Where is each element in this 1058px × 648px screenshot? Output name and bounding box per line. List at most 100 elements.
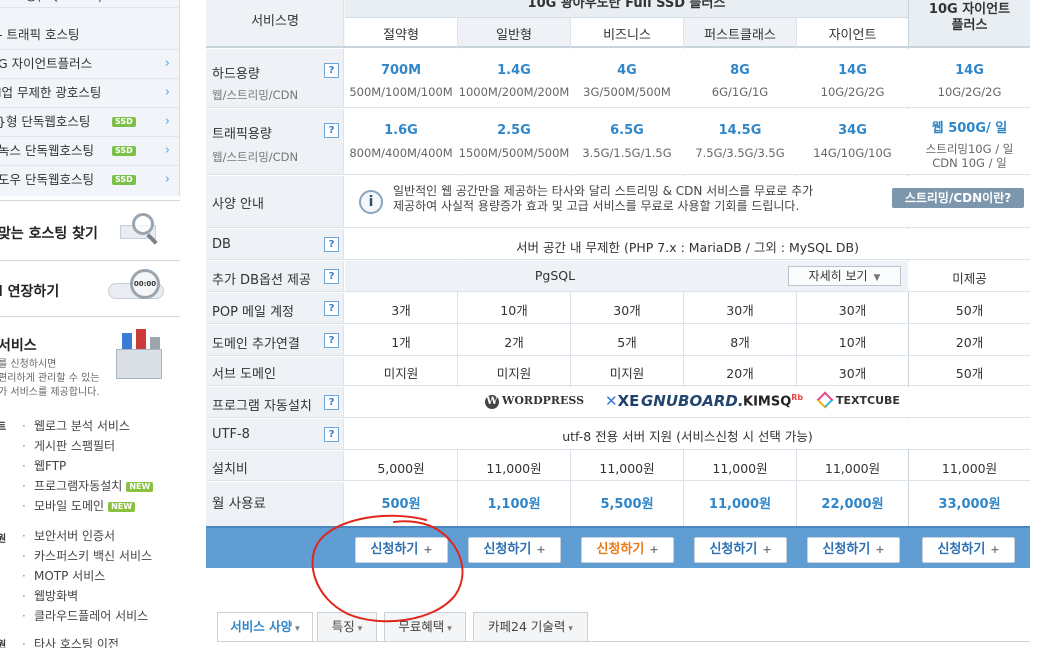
link-auto-install[interactable]: 프로그램자동설치NEW bbox=[22, 478, 154, 494]
apply-label: 신청하기 bbox=[822, 542, 871, 557]
row-label: 월 사용료 bbox=[212, 496, 266, 512]
sidebar-item-sql2016[interactable]: ·호스팅(SQL2016) bbox=[0, 0, 180, 8]
extra-db-giant: 미제공 bbox=[952, 271, 987, 286]
row-label: 설치비 bbox=[212, 462, 248, 477]
apply-button-giant-plus[interactable]: 신청하기 + bbox=[922, 537, 1015, 563]
value: 2.5G bbox=[497, 123, 531, 138]
help-icon[interactable]: ? bbox=[324, 301, 339, 316]
tab-label: 서비스 사양 bbox=[230, 619, 293, 634]
monthly-price: 1,100원 bbox=[487, 497, 541, 512]
label-cell: DB ? bbox=[206, 229, 344, 259]
sidebar-item-label: 도우 단독웹호스팅 bbox=[0, 172, 94, 187]
sidebar-item-dedicated-linux[interactable]: 녹스 단독웹호스팅 SSD › bbox=[0, 137, 180, 166]
plus-icon: + bbox=[875, 543, 885, 556]
link-mobile-domain[interactable]: 모바일 도메인NEW bbox=[22, 498, 136, 514]
spec-text: 일반적인 웹 공간만을 제공하는 타사와 달리 스트리밍 & CDN 서비스를 … bbox=[393, 184, 813, 214]
chevron-down-icon: ▾ bbox=[568, 624, 573, 634]
tab-service-spec[interactable]: 서비스 사양 ▾ bbox=[217, 612, 313, 642]
link-kaspersky[interactable]: 카스퍼스키 백신 서비스 bbox=[22, 548, 152, 564]
new-badge: NEW bbox=[108, 502, 136, 512]
service-name-header: 서비스명 bbox=[251, 14, 299, 29]
row-label: 프로그램 자동설치 bbox=[212, 399, 312, 414]
help-icon[interactable]: ? bbox=[324, 123, 339, 138]
services-desc-3: 가 서비스를 제공합니다. bbox=[0, 387, 100, 398]
sidebar-item-label: G 자이언트플러스 bbox=[0, 56, 93, 71]
help-icon[interactable]: ? bbox=[324, 333, 339, 348]
label-cell: 도메인 추가연결 ? bbox=[206, 325, 344, 355]
gnuboard-logo: GNUBOARD. bbox=[641, 392, 744, 410]
help-icon[interactable]: ? bbox=[324, 237, 339, 252]
monthly-price: 5,500원 bbox=[600, 497, 654, 512]
apply-button-giant[interactable]: 신청하기 + bbox=[807, 537, 900, 563]
row-sublabel: 웹/스트리밍/CDN bbox=[212, 88, 299, 102]
find-hosting-title: 맞는 호스팅 찾기 bbox=[0, 226, 98, 242]
chevron-down-icon: ▼ bbox=[873, 273, 881, 283]
link-webftp[interactable]: 웹FTP bbox=[22, 458, 66, 474]
sub-value: 3G/500M/500M bbox=[583, 85, 671, 99]
value: 700M bbox=[380, 63, 422, 78]
monthly-price: 22,000원 bbox=[821, 497, 884, 512]
setup-cell: 11,000원 bbox=[486, 461, 542, 476]
link-spam-filter[interactable]: 게시판 스팸필터 bbox=[22, 438, 115, 454]
apply-label: 신청하기 bbox=[709, 542, 758, 557]
link-migration[interactable]: 타사 호스팅 이전 bbox=[22, 636, 119, 648]
row-label: 사양 안내 bbox=[212, 197, 264, 212]
disk-cell: 700M 500M/100M/100M bbox=[345, 63, 457, 99]
row-domain: 도메인 추가연결 ? 1개 2개 5개 8개 10개 20개 bbox=[206, 325, 1030, 356]
plan-name: 자이언트 bbox=[828, 28, 877, 43]
plan-name: 일반형 bbox=[496, 28, 532, 43]
help-icon[interactable]: ? bbox=[324, 395, 339, 410]
tab-label: 카페24 기술력 bbox=[488, 619, 566, 634]
spec-line-1: 일반적인 웹 공간만을 제공하는 타사와 달리 스트리밍 & CDN 서비스를 … bbox=[393, 184, 814, 198]
sidebar-item-dedicated-windows[interactable]: 도우 단독웹호스팅 SSD › bbox=[0, 166, 180, 195]
sidebar-item-unlimited[interactable]: l업 무제한 광호스팅 › bbox=[0, 79, 180, 108]
sidebar-item-giant-plus[interactable]: G 자이언트플러스 › bbox=[0, 50, 180, 79]
sub-value: 500M/100M/100M bbox=[349, 85, 453, 99]
subdomain-cell: 30개 bbox=[838, 366, 867, 381]
sidebar-item-label: l업 무제한 광호스팅 bbox=[0, 85, 102, 100]
info-icon: i bbox=[359, 190, 383, 214]
sidebar-item-traffic-hosting[interactable]: - 트래픽 호스팅 bbox=[0, 21, 180, 50]
chevron-right-icon: › bbox=[164, 56, 170, 71]
service-name-header-cell: 서비스명 bbox=[206, 0, 344, 46]
link-motp[interactable]: MOTP 서비스 bbox=[22, 568, 105, 584]
apply-button-firstclass[interactable]: 신청하기 + bbox=[694, 537, 787, 563]
extend-banner[interactable]: l 연장하기 00:00 bbox=[0, 260, 180, 316]
row-pop: POP 메일 계정 ? 3개 10개 30개 30개 30개 50개 bbox=[206, 293, 1030, 324]
value: 6.5G bbox=[610, 123, 644, 138]
ssd-badge: SSD bbox=[112, 117, 136, 127]
plus-icon: + bbox=[649, 543, 659, 556]
value: 8G bbox=[730, 63, 750, 78]
help-icon[interactable]: ? bbox=[324, 63, 339, 78]
link-ssl[interactable]: 보안서버 인증서 bbox=[22, 528, 115, 544]
plan-header-firstclass: 퍼스트클래스 bbox=[684, 18, 796, 46]
plan-name: 절약형 bbox=[383, 28, 419, 43]
link-weblog[interactable]: 웹로그 분석 서비스 bbox=[22, 418, 130, 434]
services-desc-2: 편리하게 관리할 수 있는 bbox=[0, 373, 100, 384]
value: 14G bbox=[838, 63, 867, 78]
row-extra-db: 추가 DB옵션 제공 ? PgSQL 자세히 보기 ▼ 미제공 bbox=[206, 261, 1030, 292]
apply-button-business[interactable]: 신청하기 + bbox=[581, 537, 674, 563]
help-icon[interactable]: ? bbox=[324, 427, 339, 442]
sidebar-item-label: - 트래픽 호스팅 bbox=[0, 27, 80, 42]
detail-view-button[interactable]: 자세히 보기 ▼ bbox=[788, 266, 901, 286]
group-header-cell: 10G 광아우노탄 Full SSD 플러스 bbox=[345, 0, 908, 18]
help-icon[interactable]: ? bbox=[324, 269, 339, 284]
row-label: UTF-8 bbox=[212, 427, 250, 442]
streaming-cdn-button[interactable]: 스트리밍/CDN이란? bbox=[892, 188, 1024, 208]
utf8-value: utf-8 전용 서버 지원 (서비스신청 시 선택 가능) bbox=[345, 426, 1030, 445]
domain-cell: 8개 bbox=[730, 335, 750, 350]
plan-name: 비즈니스 bbox=[603, 28, 651, 43]
find-hosting-banner[interactable]: 맞는 호스팅 찾기 bbox=[0, 200, 180, 260]
link-firewall[interactable]: 웹방화벽 bbox=[22, 588, 78, 604]
link-cloudflare[interactable]: 클라우드플레어 서비스 bbox=[22, 608, 148, 624]
sidebar-item-dedicated-1[interactable]: }형 단독웹호스팅 SSD › bbox=[0, 108, 180, 137]
apply-button-standard[interactable]: 신청하기 + bbox=[468, 537, 561, 563]
row-spec: 사양 안내 i 일반적인 웹 공간만을 제공하는 타사와 달리 스트리밍 & C… bbox=[206, 176, 1030, 228]
row-setup: 설치비 5,000원 11,000원 11,000원 11,000원 11,00… bbox=[206, 451, 1030, 481]
disk-cell: 14G 10G/2G/2G bbox=[797, 63, 908, 99]
link-label: 프로그램자동설치 bbox=[34, 479, 123, 493]
tab-cafe24-tech[interactable]: 카페24 기술력 ▾ bbox=[473, 612, 588, 642]
row-label: DB bbox=[212, 237, 231, 252]
autoinstall-logos: W WORDPRESS ✕XE GNUBOARD. KIMSQRb TEXTCUB… bbox=[345, 387, 1030, 417]
